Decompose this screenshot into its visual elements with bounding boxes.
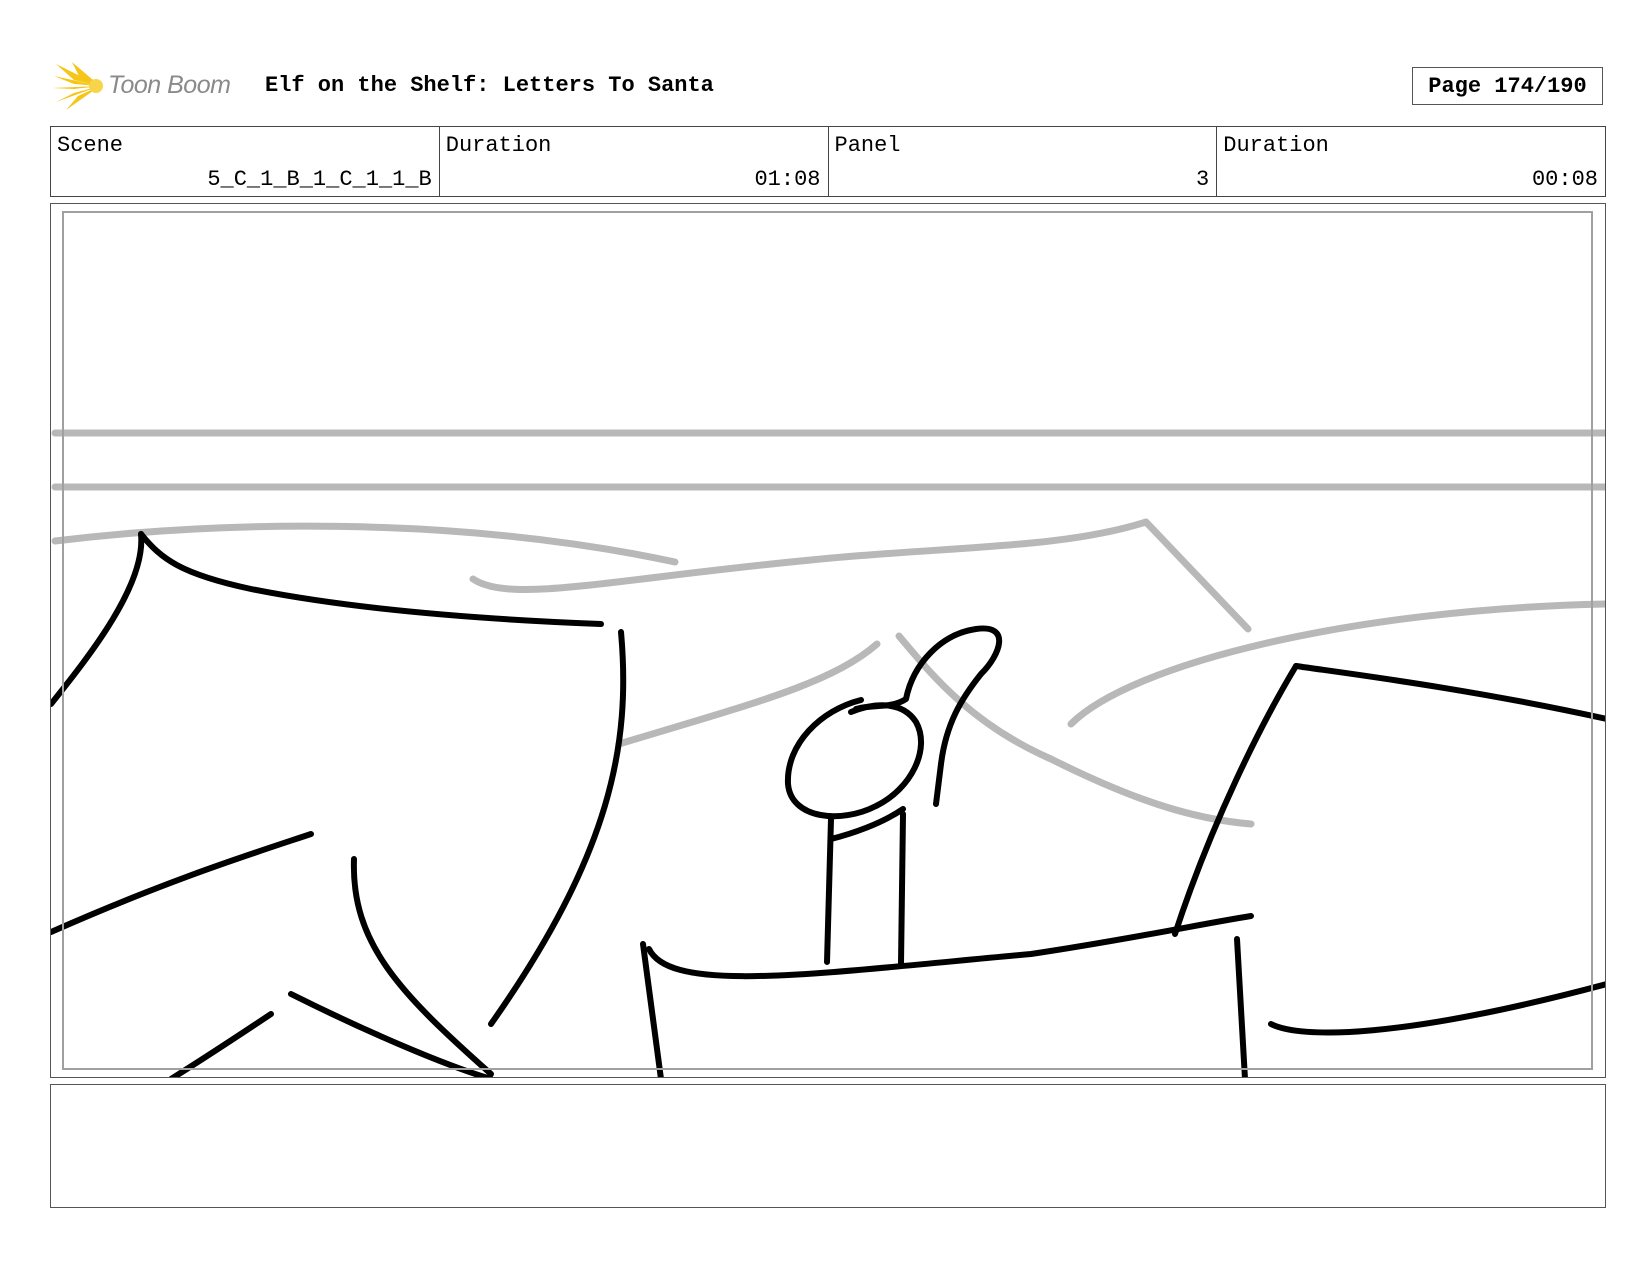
- ink-cushion-bottom: [288, 991, 494, 1077]
- ink-chair-right-top: [1293, 663, 1605, 722]
- page-number: Page 174/190: [1428, 73, 1587, 99]
- scene-label: Scene: [57, 133, 124, 158]
- storyboard-sketch: [51, 429, 1605, 1077]
- toon-boom-logo: Toon Boom: [52, 58, 252, 114]
- ink-cushion-curve: [350, 856, 494, 1077]
- scene-cell: Scene 5_C_1_B_1_C_1_1_B: [51, 127, 440, 196]
- scene-info-table: Scene 5_C_1_B_1_C_1_1_B Duration 01:08 P…: [50, 126, 1606, 197]
- panel-notes-box: [50, 1084, 1606, 1208]
- logo-text: Toon Boom: [108, 71, 231, 99]
- ink-chair-right-side: [1172, 663, 1299, 937]
- toon-boom-star-icon: [52, 62, 103, 110]
- rough-hill-middle: [469, 518, 1252, 633]
- rough-ridge-left: [615, 640, 881, 748]
- ink-seat-right: [1268, 981, 1605, 1036]
- scene-duration-label: Duration: [445, 133, 552, 158]
- document-title: Elf on the Shelf: Letters To Santa: [265, 73, 714, 98]
- scene-duration-value: 01:08: [754, 167, 821, 192]
- ink-table-left-leg: [640, 941, 664, 1077]
- storyboard-panel: [50, 203, 1606, 1078]
- ink-elf-head: [784, 697, 924, 820]
- ink-table-front: [646, 913, 1254, 980]
- panel-label: Panel: [834, 133, 901, 158]
- ink-elf-body-right: [898, 811, 906, 967]
- ink-chair-left-top: [138, 531, 604, 627]
- scene-value: 5_C_1_B_1_C_1_1_B: [207, 167, 432, 192]
- ink-chair-left-back: [488, 629, 627, 1027]
- ink-cushion-bottom-left: [168, 1011, 274, 1077]
- ink-cushion-left: [51, 831, 314, 935]
- scene-duration-cell: Duration 01:08: [440, 127, 829, 196]
- panel-duration-value: 00:08: [1531, 167, 1598, 192]
- panel-cell: Panel 3: [829, 127, 1218, 196]
- panel-value: 3: [1196, 167, 1210, 192]
- panel-duration-label: Duration: [1223, 133, 1329, 158]
- ink-table-right-leg: [1234, 936, 1248, 1077]
- panel-duration-cell: Duration 00:08: [1217, 127, 1605, 196]
- page-number-box: Page 174/190: [1412, 67, 1603, 105]
- rough-hill-right: [1067, 600, 1605, 728]
- ink-chair-left-side: [51, 531, 145, 707]
